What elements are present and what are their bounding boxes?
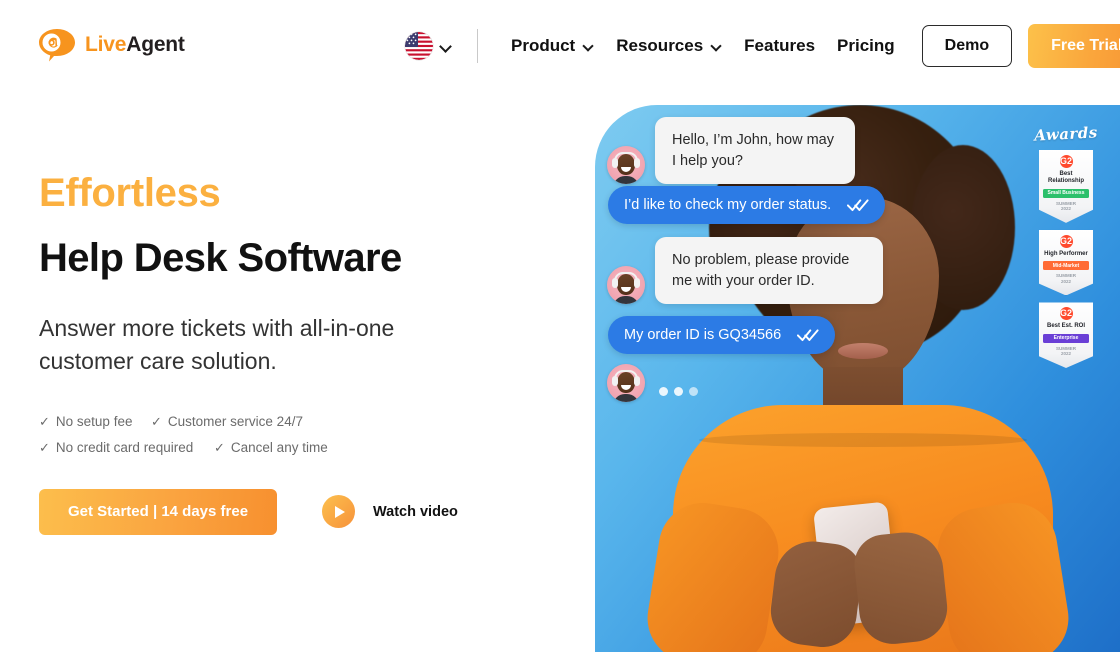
site-header: LiveAgent Product Resources Features Pri…: [0, 0, 1120, 92]
award-badge-title: Best Est. ROI: [1046, 323, 1085, 330]
g2-logo-icon: G2: [1059, 155, 1073, 168]
double-check-icon: [797, 329, 819, 342]
check-icon: ✓: [39, 439, 50, 455]
logo-text-live: Live: [85, 33, 127, 56]
list-item: ✓ No credit card required: [39, 440, 214, 456]
nav-item-product-label: Product: [511, 36, 576, 55]
chevron-down-icon: [440, 41, 451, 52]
nav-item-features-label: Features: [744, 36, 816, 55]
chat-message-user-1: I’d like to check my order status.: [608, 186, 886, 224]
at-speech-bubble-icon: [38, 28, 76, 62]
chat-bubble: My order ID is GQ34566: [608, 316, 836, 354]
nav-item-pricing-label: Pricing: [837, 36, 895, 55]
double-check-icon: [847, 199, 869, 212]
award-badge-title: High Performer: [1044, 250, 1088, 257]
award-badge-year: 2022: [1060, 351, 1071, 357]
list-item: ✓ No setup fee: [39, 414, 151, 430]
award-badge-segment: Mid-Market: [1043, 261, 1089, 271]
nav-item-resources[interactable]: Resources: [605, 36, 733, 56]
awards-title: Awards: [1033, 123, 1099, 145]
hero-eyebrow: Effortless: [39, 171, 221, 215]
nav-item-features[interactable]: Features: [733, 36, 826, 56]
list-item: ✓ Cancel any time: [214, 440, 328, 456]
page-title: Help Desk Software: [39, 236, 402, 281]
award-badge-high-performer: G2 High Performer Mid-Market SUMMER 2022: [1039, 229, 1093, 296]
award-badge-best-est-roi: G2 Best Est. ROI Enterprise SUMMER 2022: [1039, 302, 1093, 368]
chat-message-agent-1: Hello, I’m John, how may I help you?: [607, 117, 855, 185]
chevron-down-icon: [711, 41, 722, 52]
main-navigation: Product Resources Features Pricing Demo …: [405, 0, 1120, 92]
nav-item-pricing[interactable]: Pricing: [826, 36, 906, 56]
play-icon: [322, 495, 355, 528]
chat-bubble: Hello, I’m John, how may I help you?: [655, 117, 855, 185]
list-item-label: Customer service 24/7: [167, 414, 303, 429]
hero-copy: Effortless Help Desk Software Answer mor…: [39, 171, 559, 535]
logo-text-agent: Agent: [126, 33, 185, 56]
list-item-label: No setup fee: [55, 414, 133, 429]
award-badge-segment: Enterprise: [1043, 333, 1089, 343]
header-divider: [477, 29, 478, 63]
list-item-label: No credit card required: [55, 440, 194, 455]
logo[interactable]: LiveAgent: [38, 28, 185, 62]
chat-message-agent-2: No problem, please provide me with your …: [607, 237, 883, 305]
award-badge-best-relationship: G2 Best Relationship Small Business SUMM…: [1039, 150, 1093, 223]
avatar: [607, 266, 645, 305]
hero-cta-row: Get Started | 14 days free Watch video: [39, 488, 559, 535]
demo-button[interactable]: Demo: [921, 25, 1013, 67]
chat-message-user-2: My order ID is GQ34566: [608, 316, 836, 354]
chat-bubble-text: I’d like to check my order status.: [624, 197, 832, 213]
nav-item-resources-label: Resources: [616, 36, 704, 55]
check-icon: ✓: [151, 413, 162, 429]
hero-feature-list: ✓ No setup fee ✓ Customer service 24/7 ✓…: [39, 414, 369, 456]
award-badge-title: Best Relationship: [1047, 171, 1084, 185]
chat-bubble: No problem, please provide me with your …: [655, 237, 883, 305]
chat-message-typing: [607, 364, 698, 402]
nav-links: Product Resources Features Pricing: [500, 36, 906, 56]
award-badge-segment: Small Business: [1043, 188, 1089, 198]
chevron-down-icon: [583, 41, 594, 52]
nav-item-product[interactable]: Product: [500, 36, 605, 56]
watch-video-label: Watch video: [373, 503, 458, 520]
hero-image-panel: Hello, I’m John, how may I help you? I’d…: [595, 105, 1120, 652]
list-item-label: Cancel any time: [230, 440, 328, 455]
awards-panel: Awards G2 Best Relationship Small Busine…: [1030, 123, 1102, 375]
chat-bubble: I’d like to check my order status.: [608, 186, 886, 224]
avatar: [607, 364, 645, 402]
free-trial-button[interactable]: Free Trial: [1028, 24, 1120, 68]
g2-logo-icon: G2: [1059, 234, 1073, 248]
award-badge-year: 2022: [1060, 278, 1071, 284]
check-icon: ✓: [39, 413, 50, 429]
language-selector[interactable]: [405, 32, 451, 60]
g2-logo-icon: G2: [1059, 307, 1073, 321]
get-started-button[interactable]: Get Started | 14 days free: [39, 488, 277, 535]
list-item: ✓ Customer service 24/7: [151, 414, 303, 430]
us-flag-icon: [405, 32, 433, 60]
typing-dots-icon: [655, 385, 698, 402]
award-badge-year: 2022: [1060, 206, 1071, 212]
chat-bubble-text: My order ID is GQ34566: [624, 327, 782, 343]
avatar: [607, 146, 645, 185]
hero-subhead: Answer more tickets with all-in-one cust…: [39, 315, 395, 374]
watch-video-button[interactable]: Watch video: [322, 495, 458, 528]
check-icon: ✓: [214, 439, 225, 455]
logo-text: LiveAgent: [85, 33, 185, 57]
